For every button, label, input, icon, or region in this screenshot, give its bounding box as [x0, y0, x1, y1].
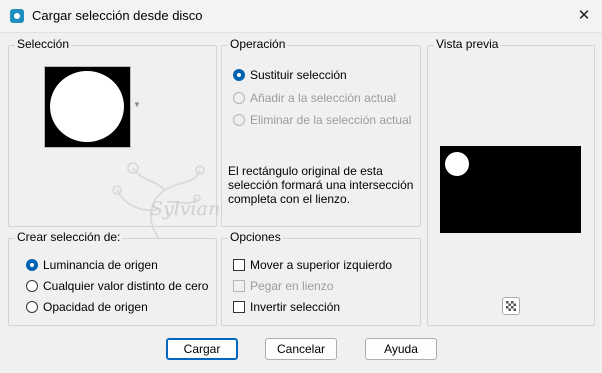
- radio-cualquier-valor[interactable]: Cualquier valor distinto de cero: [26, 277, 208, 295]
- radio-button[interactable]: [26, 301, 38, 313]
- chevron-down-icon[interactable]: ▼: [133, 100, 141, 109]
- radio-label: Cualquier valor distinto de cero: [43, 279, 209, 293]
- load-button[interactable]: Cargar: [166, 338, 238, 360]
- group-label-seleccion: Selección: [15, 37, 72, 51]
- selection-thumbnail[interactable]: [44, 66, 131, 148]
- selection-shape: [50, 71, 124, 142]
- app-icon: [10, 9, 24, 23]
- radio-button[interactable]: [233, 92, 245, 104]
- checkbox[interactable]: [233, 301, 245, 313]
- checkbox-label: Invertir selección: [250, 300, 341, 314]
- preview-image: [440, 146, 581, 233]
- group-label-vista-previa: Vista previa: [434, 37, 501, 51]
- checkbox-label: Mover a superior izquierdo: [250, 258, 393, 272]
- help-button[interactable]: Ayuda: [365, 338, 437, 360]
- watermark-signature: Sylviane: [150, 198, 232, 220]
- radio-label: Sustituir selección: [250, 68, 347, 82]
- window-title: Cargar selección desde disco: [32, 8, 203, 23]
- group-label-operacion: Operación: [228, 37, 288, 51]
- radio-button[interactable]: [26, 259, 38, 271]
- checkbox-invertir[interactable]: Invertir selección: [233, 298, 340, 316]
- radio-button[interactable]: [233, 69, 245, 81]
- radio-button[interactable]: [26, 280, 38, 292]
- checkbox[interactable]: [233, 259, 245, 271]
- radio-sustituir[interactable]: Sustituir selección: [233, 66, 347, 84]
- radio-anadir[interactable]: Añadir a la selección actual: [233, 89, 396, 107]
- operation-info-text: El rectángulo original de esta selección…: [228, 164, 414, 206]
- radio-label: Luminancia de origen: [43, 258, 158, 272]
- radio-luminancia[interactable]: Luminancia de origen: [26, 256, 158, 274]
- group-label-opciones: Opciones: [228, 230, 283, 244]
- radio-button[interactable]: [233, 114, 245, 126]
- checkbox-pegar[interactable]: Pegar en lienzo: [233, 277, 333, 295]
- radio-label: Opacidad de origen: [43, 300, 148, 314]
- close-icon[interactable]: ✕: [573, 5, 595, 27]
- checkerboard-icon[interactable]: [502, 297, 520, 315]
- radio-eliminar[interactable]: Eliminar de la selección actual: [233, 111, 411, 129]
- radio-label: Añadir a la selección actual: [250, 91, 397, 105]
- radio-label: Eliminar de la selección actual: [250, 113, 412, 127]
- checkbox-mover[interactable]: Mover a superior izquierdo: [233, 256, 392, 274]
- checkbox[interactable]: [233, 280, 245, 292]
- checkbox-label: Pegar en lienzo: [250, 279, 334, 293]
- radio-opacidad[interactable]: Opacidad de origen: [26, 298, 148, 316]
- cancel-button[interactable]: Cancelar: [265, 338, 337, 360]
- group-label-crear: Crear selección de:: [15, 230, 123, 244]
- preview-shape: [445, 152, 469, 176]
